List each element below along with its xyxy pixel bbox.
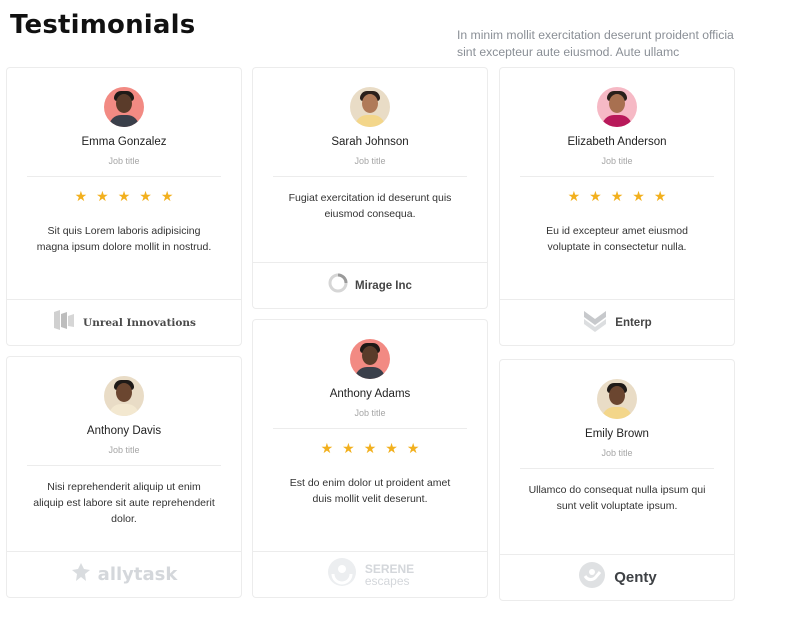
testimonial-card: Anthony Davis Job title Nisi reprehender… bbox=[6, 356, 242, 598]
avatar bbox=[350, 339, 390, 379]
qenty-logo-icon bbox=[577, 560, 607, 595]
divider bbox=[273, 176, 467, 177]
page-title: Testimonials bbox=[10, 10, 196, 40]
company-logo: Unreal Innovations bbox=[7, 299, 241, 345]
star-rating: ★★★★★ bbox=[74, 188, 183, 204]
avatar bbox=[104, 376, 144, 416]
reviewer-name: Emma Gonzalez bbox=[81, 136, 167, 148]
company-name: Mirage Inc bbox=[355, 279, 412, 292]
divider bbox=[273, 428, 467, 429]
enterp-logo-icon bbox=[582, 307, 608, 338]
company-name-line-2: escapes bbox=[364, 573, 410, 588]
job-title: Job title bbox=[601, 156, 633, 166]
star-rating: ★★★★★ bbox=[567, 188, 676, 204]
company-name: SERENE escapes bbox=[365, 563, 414, 587]
avatar bbox=[350, 87, 390, 127]
job-title: Job title bbox=[601, 448, 633, 458]
reviewer-name: Anthony Davis bbox=[86, 425, 162, 437]
allytask-logo-icon bbox=[71, 562, 91, 587]
company-logo: Enterp bbox=[500, 299, 734, 345]
testimonial-quote: Ullamco do consequat nulla ipsum qui sun… bbox=[528, 484, 706, 512]
serene-logo-icon bbox=[326, 556, 358, 593]
testimonial-quote: Fugiat exercitation id deserunt quis eiu… bbox=[288, 192, 452, 220]
avatar bbox=[104, 87, 144, 127]
testimonial-quote: Est do enim dolor ut proident amet duis … bbox=[289, 477, 451, 505]
company-name-line-1: SERENE bbox=[364, 561, 415, 576]
divider bbox=[27, 176, 221, 177]
mirage-logo-icon bbox=[328, 273, 348, 298]
testimonial-quote: Nisi reprehenderit aliquip ut enim aliqu… bbox=[33, 481, 215, 525]
company-logo: SERENE escapes bbox=[253, 551, 487, 597]
testimonial-card: Emma Gonzalez Job title ★★★★★ Sit quis L… bbox=[6, 67, 242, 346]
unreal-logo-icon bbox=[52, 308, 76, 337]
divider bbox=[520, 468, 714, 469]
company-name: Qenty bbox=[614, 569, 657, 586]
company-name: Unreal Innovations bbox=[83, 316, 196, 329]
job-title: Job title bbox=[354, 156, 386, 166]
job-title: Job title bbox=[108, 445, 140, 455]
star-rating: ★★★★★ bbox=[320, 440, 429, 456]
testimonial-card: Emily Brown Job title Ullamco do consequ… bbox=[499, 359, 735, 601]
reviewer-name: Anthony Adams bbox=[329, 388, 411, 400]
company-logo: Mirage Inc bbox=[253, 262, 487, 308]
intro-text: In minim mollit exercitation deserunt pr… bbox=[457, 28, 734, 59]
divider bbox=[27, 465, 221, 466]
testimonial-card: Elizabeth Anderson Job title ★★★★★ Eu id… bbox=[499, 67, 735, 346]
company-logo: Qenty bbox=[500, 554, 734, 600]
testimonial-card: Sarah Johnson Job title Fugiat exercitat… bbox=[252, 67, 488, 309]
testimonial-card: Anthony Adams Job title ★★★★★ Est do eni… bbox=[252, 319, 488, 598]
company-logo: allytask bbox=[7, 551, 241, 597]
job-title: Job title bbox=[108, 156, 140, 166]
testimonial-quote: Sit quis Lorem laboris adipisicing magna… bbox=[36, 225, 212, 253]
company-name: Enterp bbox=[615, 316, 652, 329]
avatar bbox=[597, 379, 637, 419]
divider bbox=[520, 176, 714, 177]
job-title: Job title bbox=[354, 408, 386, 418]
reviewer-name: Emily Brown bbox=[585, 428, 649, 440]
avatar bbox=[597, 87, 637, 127]
reviewer-name: Elizabeth Anderson bbox=[567, 136, 667, 148]
testimonial-quote: Eu id excepteur amet eiusmod voluptate i… bbox=[546, 225, 688, 253]
company-name: allytask bbox=[97, 564, 178, 585]
reviewer-name: Sarah Johnson bbox=[331, 136, 409, 148]
